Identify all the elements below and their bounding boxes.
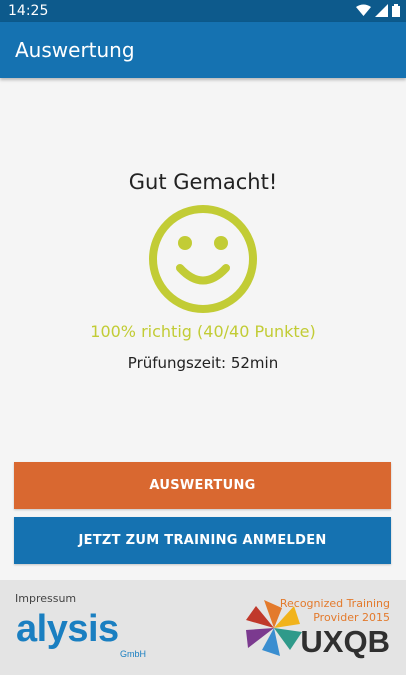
status-icons bbox=[356, 4, 400, 17]
score-text: 100% richtig (40/40 Punkte) bbox=[90, 322, 316, 341]
register-training-button[interactable]: JETZT ZUM TRAINING ANMELDEN bbox=[14, 517, 391, 564]
footer: Impressum alysis GmbH Recognized Trainin… bbox=[0, 580, 406, 675]
wifi-icon bbox=[356, 4, 371, 16]
uxqb-tagline-line1: Recognized Training bbox=[279, 597, 390, 610]
result-heading: Gut Gemacht! bbox=[128, 170, 278, 194]
status-time: 14:25 bbox=[8, 3, 49, 19]
status-bar: 14:25 bbox=[0, 0, 406, 22]
alysis-logo-subtitle: GmbH bbox=[120, 649, 147, 659]
evaluation-button[interactable]: AUSWERTUNG bbox=[14, 462, 391, 509]
battery-icon bbox=[392, 4, 400, 17]
app-bar: Auswertung bbox=[0, 22, 406, 78]
uxqb-tagline-line2: Provider 2015 bbox=[313, 611, 390, 624]
signal-icon bbox=[375, 4, 388, 17]
page-title: Auswertung bbox=[15, 38, 135, 62]
exam-duration-text: Prüfungszeit: 52min bbox=[127, 354, 279, 372]
smiley-icon bbox=[149, 205, 257, 313]
impressum-link[interactable]: Impressum bbox=[15, 592, 76, 605]
alysis-logo[interactable]: alysis bbox=[16, 608, 119, 651]
uxqb-logo-text[interactable]: UXQB bbox=[300, 624, 390, 660]
